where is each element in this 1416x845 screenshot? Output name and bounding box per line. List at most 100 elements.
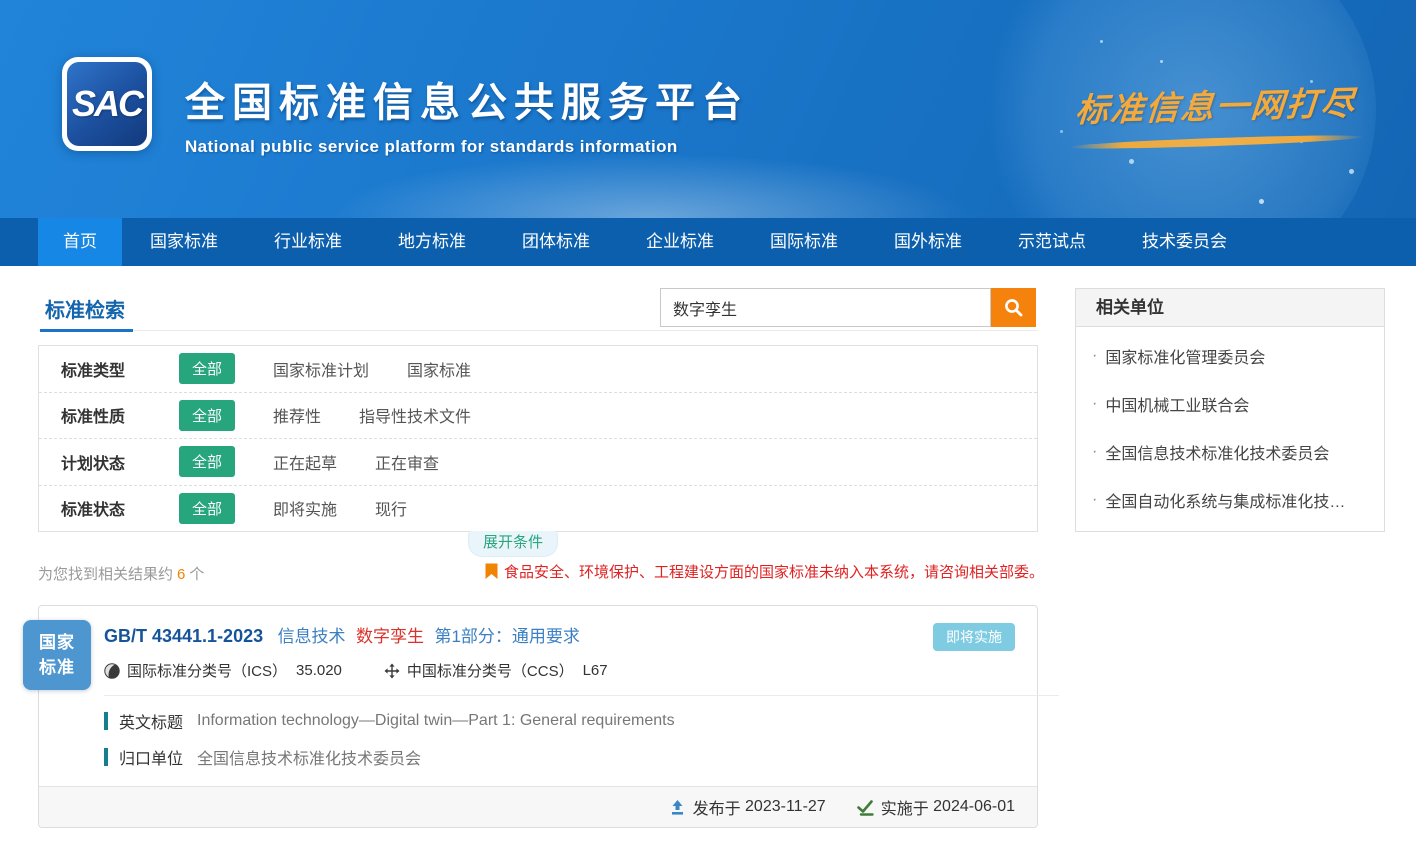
committee-row: 归口单位 全国信息技术标准化技术委员会 [104,746,1015,768]
results-count-number: 6 [177,566,185,583]
nav-item-international-standards[interactable]: 国际标准 [742,218,866,266]
nav-item-industry-standards[interactable]: 行业标准 [246,218,370,266]
teal-marker [104,748,108,766]
results-count-suffix: 个 [189,566,204,583]
filter-all-button[interactable]: 全部 [179,446,235,477]
bookmark-icon [485,563,498,580]
related-units-panel: 相关单位 · 国家标准化管理委员会 · 中国机械工业联合会 · 全国信息技术标准化技术… [1075,288,1385,532]
site-title: 全国标准信息公共服务平台 [185,70,749,128]
sac-logo-text: SAC [72,83,142,125]
filter-option[interactable]: 国家标准 [407,357,471,381]
bullet: · [1092,491,1097,509]
page: SAC 全国标准信息公共服务平台 National public service… [0,0,1416,845]
filter-label: 标准状态 [61,496,149,520]
slogan-text: 标准信息一网打尽 [1074,76,1358,131]
sac-logo-inner: SAC [67,62,147,146]
nav-item-pilot-programs[interactable]: 示范试点 [990,218,1114,266]
published-date: 2023-11-27 [745,798,826,816]
filter-option[interactable]: 推荐性 [273,403,321,427]
nav-item-technical-committees[interactable]: 技术委员会 [1114,218,1255,266]
committee-label: 归口单位 [119,745,183,769]
card-footer: 发布于 2023-11-27 实施于 2024-06-01 [39,786,1037,827]
ics-label: 国际标准分类号（ICS） [127,660,287,681]
sidebar-item-machinery-federation[interactable]: · 中国机械工业联合会 [1076,380,1384,428]
standard-title-link[interactable]: GB/T 43441.1-2023 信息技术 数字孪生 第1部分：通用要求 [104,622,1015,647]
implemented-date-item: 实施于 2024-06-01 [856,795,1015,819]
teal-marker [104,712,108,730]
nav-item-home[interactable]: 首页 [38,218,122,266]
nav-item-national-standards[interactable]: 国家标准 [122,218,246,266]
card-divider [104,695,1059,696]
ccs-label: 中国标准分类号（CCS） [407,660,574,681]
filter-all-button[interactable]: 全部 [179,353,235,384]
move-arrows-icon [384,663,400,679]
site-title-block: 全国标准信息公共服务平台 National public service pla… [185,70,749,157]
bullet: · [1092,347,1097,365]
ccs-value: L67 [583,662,608,679]
published-label: 发布于 [693,795,741,819]
filter-option[interactable]: 即将实施 [273,496,337,520]
filter-all-button[interactable]: 全部 [179,400,235,431]
tab-row-divider [38,330,1038,331]
english-title-row: 英文标题 Information technology—Digital twin… [104,710,1015,732]
sidebar-item-label: 中国机械工业联合会 [1105,392,1249,416]
nav-item-enterprise-standards[interactable]: 企业标准 [618,218,742,266]
sidebar-item-sac[interactable]: · 国家标准化管理委员会 [1076,332,1384,380]
sidebar-item-automation-systems-committee[interactable]: ·全国自动化系统与集成标准化技… [1076,476,1384,524]
filter-panel: 标准类型 全部 国家标准计划 国家标准 标准性质 全部 推荐性 指导性技术文件 … [38,345,1038,532]
type-badge-line1: 国家 [39,630,75,656]
implement-check-icon [856,799,881,816]
implemented-date: 2024-06-01 [933,798,1015,816]
globe-icon [104,663,120,679]
standard-result-card: 国家 标准 即将实施 GB/T 43441.1-2023 信息技术 数字孪生 第… [38,605,1038,828]
site-header: SAC 全国标准信息公共服务平台 National public service… [0,0,1416,218]
filter-all-button[interactable]: 全部 [179,493,235,524]
header-glow-decoration [300,148,1000,218]
nav-item-local-standards[interactable]: 地方标准 [370,218,494,266]
filter-option[interactable]: 正在审查 [375,450,439,474]
filter-option[interactable]: 指导性技术文件 [359,403,471,427]
sidebar-item-label: 国家标准化管理委员会 [1105,344,1265,368]
slogan-block: 标准信息一网打尽 [1066,80,1366,146]
search-input[interactable] [660,288,991,327]
tab-active-underline [40,329,133,332]
standard-code[interactable]: GB/T 43441.1-2023 [104,626,263,646]
filter-option[interactable]: 国家标准计划 [273,357,369,381]
main-nav: 首页 国家标准 行业标准 地方标准 团体标准 企业标准 国际标准 国外标准 示范… [0,218,1416,266]
committee-value: 全国信息技术标准化技术委员会 [197,745,421,769]
nav-item-foreign-standards[interactable]: 国外标准 [866,218,990,266]
standard-title-post[interactable]: 第1部分：通用要求 [434,627,579,646]
results-count-prefix: 为您找到相关结果约 [38,566,173,583]
system-notice: 食品安全、环境保护、工程建设方面的国家标准未纳入本系统，请咨询相关部委。 [485,561,1044,582]
english-title-value: Information technology—Digital twin—Part… [197,712,675,730]
site-subtitle: National public service platform for sta… [185,137,749,157]
search-button[interactable] [991,288,1036,327]
standard-type-badge: 国家 标准 [23,620,91,690]
search-icon [1003,297,1024,318]
classification-row: 国际标准分类号（ICS） 35.020 中国标准分类号（CCS） L67 [104,660,1015,681]
card-body: GB/T 43441.1-2023 信息技术 数字孪生 第1部分：通用要求 国际… [39,606,1037,768]
related-units-title: 相关单位 [1076,289,1384,327]
related-units-list: · 国家标准化管理委员会 · 中国机械工业联合会 · 全国信息技术标准化技术委员会 ·… [1076,327,1384,529]
notice-text: 食品安全、环境保护、工程建设方面的国家标准未纳入本系统，请咨询相关部委。 [504,561,1044,582]
filter-row-plan-status: 计划状态 全部 正在起草 正在审查 [39,438,1037,485]
filter-option[interactable]: 现行 [375,496,407,520]
sidebar-item-label: 全国信息技术标准化技术委员会 [1105,440,1329,464]
sparkle-decoration [1100,40,1103,43]
sidebar-item-it-standardization-committee[interactable]: · 全国信息技术标准化技术委员会 [1076,428,1384,476]
nav-item-group-standards[interactable]: 团体标准 [494,218,618,266]
tab-standard-search[interactable]: 标准检索 [45,294,125,323]
results-count: 为您找到相关结果约6个 [38,563,204,584]
filter-label: 标准性质 [61,403,149,427]
bullet: · [1092,443,1097,461]
sac-logo[interactable]: SAC [62,57,152,151]
type-badge-line2: 标准 [39,655,75,681]
bullet: · [1092,395,1097,413]
standard-title-pre[interactable]: 信息技术 [278,627,346,646]
filter-row-standard-nature: 标准性质 全部 推荐性 指导性技术文件 [39,392,1037,439]
filter-option[interactable]: 正在起草 [273,450,337,474]
expand-conditions-button[interactable]: 展开条件 [468,531,558,557]
standard-title-highlight[interactable]: 数字孪生 [356,627,424,646]
filter-row-standard-type: 标准类型 全部 国家标准计划 国家标准 [39,346,1037,392]
publish-upload-icon [669,799,693,816]
